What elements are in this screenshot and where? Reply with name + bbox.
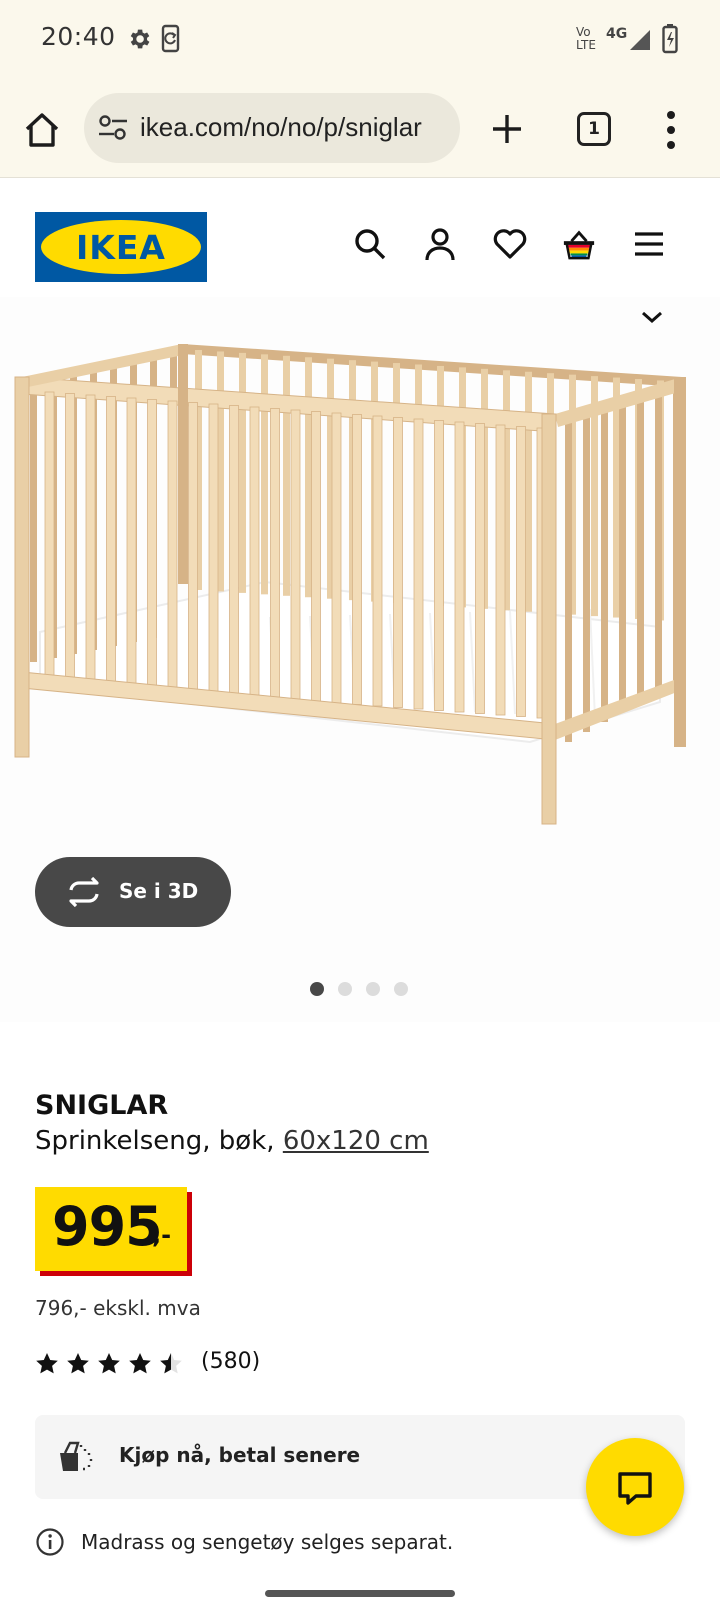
view-3d-label: Se i 3D	[119, 879, 199, 903]
star-icon	[98, 1353, 120, 1374]
carousel-dot[interactable]	[366, 982, 380, 996]
chat-button[interactable]	[586, 1438, 684, 1536]
network-indicator: Vo LTE	[576, 25, 596, 52]
price-tag: 995 ,-	[35, 1187, 187, 1271]
view-3d-button[interactable]: Se i 3D	[35, 857, 231, 927]
menu-icon[interactable]	[632, 227, 666, 261]
search-icon[interactable]	[353, 227, 387, 261]
url-text[interactable]: ikea.com/no/no/p/sniglar	[140, 112, 422, 143]
more-vert-icon[interactable]	[665, 110, 677, 150]
chevron-down-icon[interactable]	[640, 309, 664, 325]
phone-sync-icon	[161, 24, 180, 53]
product-size-link[interactable]: 60x120 cm	[283, 1126, 429, 1156]
carousel-dot[interactable]	[338, 982, 352, 996]
gesture-nav-bar[interactable]	[265, 1590, 455, 1597]
rotate-3d-icon	[69, 877, 99, 907]
price-value: 995	[52, 1195, 163, 1258]
status-bar: 20:40 Vo LTE 4G	[0, 0, 720, 80]
carousel-dot[interactable]	[394, 982, 408, 996]
account-icon[interactable]	[423, 227, 457, 261]
network-type: 4G	[606, 26, 628, 42]
star-icon	[67, 1353, 89, 1374]
payment-icon	[60, 1441, 93, 1471]
site-header: IKEA	[0, 179, 720, 297]
status-time: 20:40	[41, 22, 116, 51]
price-ex-vat: 796,- ekskl. mva	[35, 1296, 201, 1320]
star-half-icon	[160, 1353, 182, 1374]
tabs-button[interactable]: 1	[577, 112, 611, 146]
signal-icon	[630, 30, 650, 50]
site-settings-icon[interactable]	[98, 115, 128, 141]
product-description: Sprinkelseng, bøk, 60x120 cm	[35, 1126, 429, 1156]
plus-icon[interactable]	[490, 112, 524, 146]
home-icon[interactable]	[22, 110, 62, 150]
bnpl-label: Kjøp nå, betal senere	[119, 1443, 361, 1467]
review-count[interactable]: (580)	[201, 1349, 260, 1374]
product-image[interactable]	[10, 332, 710, 872]
browser-toolbar: ikea.com/no/no/p/sniglar 1	[0, 80, 720, 178]
product-name: SNIGLAR	[35, 1090, 169, 1121]
star-icon	[36, 1353, 58, 1374]
logo-text: IKEA	[76, 228, 166, 267]
gear-icon	[130, 29, 150, 49]
ikea-logo[interactable]: IKEA	[35, 212, 207, 282]
basket-icon[interactable]	[562, 227, 596, 261]
note-text: Madrass og sengetøy selges separat.	[81, 1530, 454, 1554]
carousel-dot[interactable]	[310, 982, 324, 996]
product-gallery[interactable]: Se i 3D	[0, 297, 720, 1022]
price-suffix: ,-	[152, 1221, 172, 1249]
star-icon	[129, 1353, 151, 1374]
battery-charging-icon	[662, 24, 678, 54]
address-bar[interactable]: ikea.com/no/no/p/sniglar	[84, 93, 460, 163]
chat-icon	[618, 1472, 652, 1505]
info-icon	[36, 1528, 64, 1556]
heart-icon[interactable]	[493, 227, 527, 261]
